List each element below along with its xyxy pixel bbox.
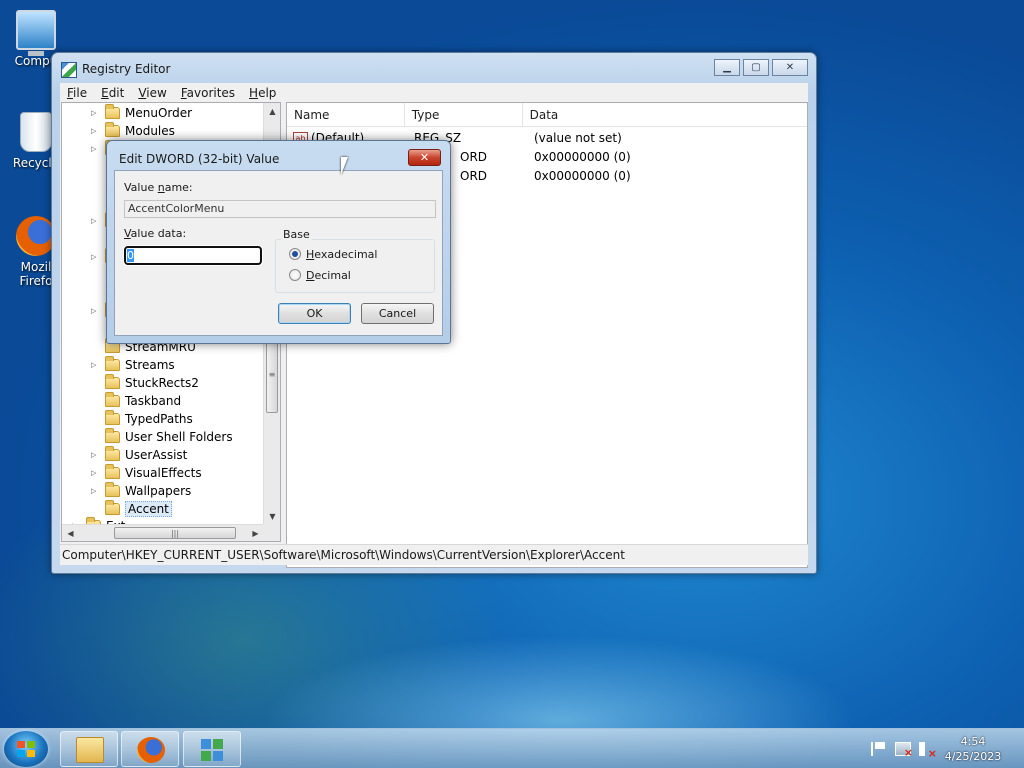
menu-help[interactable]: Help [242, 86, 283, 100]
folder-icon [105, 104, 120, 119]
folder-icon [105, 428, 120, 443]
start-button[interactable] [4, 731, 48, 767]
folder-icon [105, 464, 120, 479]
firefox-icon [137, 737, 165, 763]
column-header-type[interactable]: Type [405, 103, 523, 127]
value-name-label: Value name: [124, 181, 193, 194]
taskbar: 4:54 4/25/2023 [0, 728, 1024, 768]
folder-icon [105, 410, 120, 425]
title-bar[interactable]: Registry Editor ▁ ▢ ✕ [52, 53, 816, 85]
tree-item[interactable]: ▷ VisualEffects [91, 464, 202, 482]
tree-item[interactable]: ▷ Wallpapers [91, 482, 191, 500]
expand-arrow-icon[interactable]: ▷ [91, 361, 100, 370]
clock-date: 4/25/2023 [944, 750, 1002, 763]
value-data: 0x00000000 (0) [534, 149, 631, 164]
tree-item[interactable]: ▷ Modules [91, 122, 175, 140]
maximize-button[interactable]: ▢ [743, 59, 769, 76]
ok-button[interactable]: OK [278, 303, 351, 324]
caption-buttons: ▁ ▢ ✕ [714, 59, 808, 77]
expand-arrow-icon[interactable]: ▷ [91, 109, 100, 118]
base-label: Base [281, 228, 312, 241]
status-bar: Computer\HKEY_CURRENT_USER\Software\Micr… [60, 544, 808, 565]
close-icon: ✕ [785, 62, 795, 73]
column-header-name[interactable]: Name [287, 103, 405, 127]
expand-arrow-icon[interactable]: ▷ [91, 217, 100, 226]
expand-arrow-icon[interactable]: ▷ [91, 307, 100, 316]
column-header-data[interactable]: Data [523, 103, 807, 127]
scroll-left-arrow-icon[interactable]: ◀ [62, 525, 79, 541]
value-data: 0x00000000 (0) [534, 168, 631, 183]
value-data: (value not set) [534, 130, 622, 145]
maximize-icon: ▢ [751, 62, 761, 73]
regedit-icon [199, 737, 227, 763]
dialog-body: Value name: AccentColorMenu Value data: … [114, 170, 443, 336]
volume-muted-icon[interactable] [919, 742, 937, 760]
tree-horizontal-scrollbar[interactable]: ◀ ||| ▶ [62, 524, 264, 541]
folder-icon [105, 122, 120, 137]
hexadecimal-radio[interactable]: Hexadecimal [289, 247, 377, 261]
menu-edit[interactable]: Edit [94, 86, 131, 100]
folder-icon [105, 374, 120, 389]
scroll-down-arrow-icon[interactable]: ▼ [264, 508, 280, 525]
action-center-flag-icon[interactable] [871, 742, 887, 756]
clock-time: 4:54 [960, 735, 986, 748]
folder-icon [105, 482, 120, 497]
radio-unchecked-icon [289, 269, 301, 281]
value-data-label: Value data: [124, 227, 187, 240]
regedit-icon [61, 62, 77, 78]
expand-arrow-icon[interactable]: ▷ [91, 451, 100, 460]
tree-item[interactable]: Taskband [91, 392, 181, 410]
close-button[interactable]: ✕ [772, 59, 808, 76]
dialog-close-button[interactable]: ✕ [408, 149, 441, 166]
scroll-up-arrow-icon[interactable]: ▲ [264, 103, 280, 120]
scroll-right-arrow-icon[interactable]: ▶ [247, 525, 264, 541]
menu-bar: File Edit View Favorites Help [60, 83, 808, 102]
network-disconnected-icon[interactable] [895, 742, 913, 759]
tree-item[interactable]: StuckRects2 [91, 374, 199, 392]
computer-icon [16, 10, 56, 56]
expand-arrow-icon[interactable]: ▷ [91, 145, 100, 154]
folder-icon [105, 500, 120, 515]
window-title: Registry Editor [82, 62, 171, 76]
folder-icon [105, 446, 120, 461]
tree-item-selected[interactable]: Accent [91, 500, 172, 518]
windows-logo-icon [17, 741, 35, 757]
expand-arrow-icon[interactable]: ▷ [91, 127, 100, 136]
tree-item[interactable]: TypedPaths [91, 410, 193, 428]
expand-arrow-icon[interactable]: ▷ [91, 487, 100, 496]
folder-icon [76, 737, 104, 763]
minimize-icon: ▁ [723, 62, 731, 73]
taskbar-firefox-button[interactable] [121, 731, 179, 767]
tree-item[interactable]: ▷ MenuOrder [91, 104, 192, 122]
menu-view[interactable]: View [131, 86, 173, 100]
list-header: Name Type Data [287, 103, 807, 127]
recycle-bin-icon [20, 112, 52, 152]
menu-favorites[interactable]: Favorites [174, 86, 242, 100]
decimal-radio[interactable]: Decimal [289, 268, 351, 282]
folder-icon [105, 356, 120, 371]
mouse-cursor-icon [341, 157, 348, 175]
expand-arrow-icon[interactable]: ▷ [91, 253, 100, 262]
scroll-thumb[interactable]: ||| [114, 527, 236, 539]
tree-item[interactable]: ▷ UserAssist [91, 446, 187, 464]
system-clock[interactable]: 4:54 4/25/2023 [940, 734, 1006, 764]
folder-icon [105, 392, 120, 407]
firefox-icon [16, 216, 56, 256]
taskbar-explorer-button[interactable] [60, 731, 118, 767]
scroll-thumb[interactable]: ≡ [266, 335, 278, 413]
scrollbar-corner [263, 524, 280, 541]
value-name-field: AccentColorMenu [124, 200, 436, 218]
dialog-title: Edit DWORD (32-bit) Value [119, 152, 280, 166]
expand-arrow-icon[interactable]: ▷ [91, 469, 100, 478]
close-icon: ✕ [419, 151, 430, 164]
cancel-button[interactable]: Cancel [361, 303, 434, 324]
edit-dword-dialog: Edit DWORD (32-bit) Value ✕ Value name: … [106, 140, 451, 344]
tree-item[interactable]: User Shell Folders [91, 428, 233, 446]
value-data-input[interactable] [123, 245, 263, 266]
taskbar-regedit-button[interactable] [183, 731, 241, 767]
tree-item[interactable]: ▷ Streams [91, 356, 175, 374]
minimize-button[interactable]: ▁ [714, 59, 740, 76]
radio-checked-icon [289, 248, 301, 260]
menu-file[interactable]: File [60, 86, 94, 100]
